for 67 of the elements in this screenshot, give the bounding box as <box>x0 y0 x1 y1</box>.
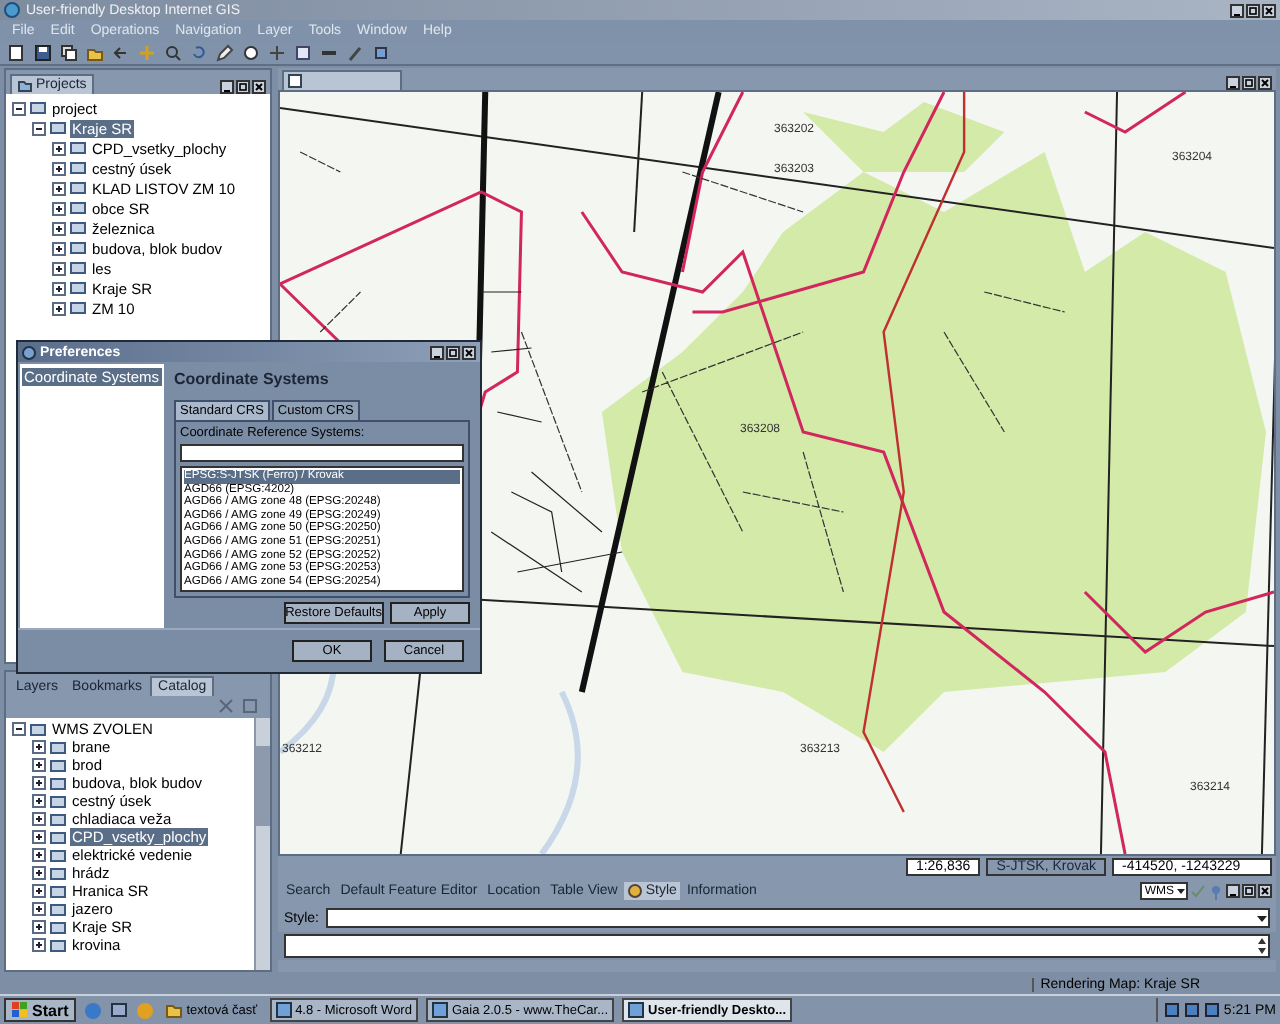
square-icon[interactable] <box>294 44 312 62</box>
close-icon[interactable] <box>252 80 266 94</box>
collapse-icon[interactable] <box>12 101 26 115</box>
expand-icon[interactable] <box>52 221 66 235</box>
expand-icon[interactable] <box>52 201 66 215</box>
collapse-icon[interactable] <box>12 722 26 736</box>
minimize-icon[interactable] <box>1226 884 1240 898</box>
map-icon <box>288 74 302 88</box>
copy-icon[interactable] <box>60 44 78 62</box>
expand-icon[interactable] <box>32 740 46 754</box>
window-icon <box>275 1002 292 1018</box>
globe-icon <box>4 2 20 18</box>
expand-icon[interactable] <box>32 866 46 880</box>
maximize-icon[interactable] <box>1242 76 1256 90</box>
expand-icon[interactable] <box>32 848 46 862</box>
expand-icon[interactable] <box>32 884 46 898</box>
save-icon[interactable] <box>34 44 52 62</box>
expand-icon[interactable] <box>32 776 46 790</box>
scrollbar[interactable] <box>254 718 270 970</box>
scroll-arrows-icon <box>1256 936 1268 956</box>
window-icon <box>628 1002 645 1018</box>
minimize-icon[interactable] <box>430 345 444 359</box>
expand-icon[interactable] <box>32 938 46 952</box>
check-icon[interactable] <box>1190 883 1206 899</box>
minimize-icon[interactable] <box>1230 3 1244 17</box>
search-field[interactable] <box>180 444 464 462</box>
close-icon[interactable] <box>462 345 476 359</box>
style-text-area[interactable] <box>284 934 1270 958</box>
expand-icon[interactable] <box>32 758 46 772</box>
style-dropdown[interactable] <box>325 908 1270 928</box>
window-icon <box>431 1002 448 1018</box>
expand-icon[interactable] <box>32 830 46 844</box>
circle-icon[interactable] <box>242 44 260 62</box>
expand-icon[interactable] <box>52 161 66 175</box>
expand-icon[interactable] <box>32 794 46 808</box>
close-icon[interactable] <box>1258 76 1272 90</box>
close-icon[interactable] <box>1258 884 1272 898</box>
start-button[interactable]: Start <box>4 998 77 1022</box>
dropdown-arrow-icon <box>1256 910 1268 926</box>
arrow-left-icon[interactable] <box>112 44 130 62</box>
folder-icon <box>18 78 32 92</box>
dropdown-arrow-icon <box>1176 884 1186 898</box>
minimize-icon[interactable] <box>220 80 234 94</box>
expand-icon[interactable] <box>52 261 66 275</box>
new-icon[interactable] <box>8 44 26 62</box>
dialog-heading: Coordinate Systems <box>174 370 331 388</box>
expand-icon[interactable] <box>52 241 66 255</box>
minimize-icon[interactable] <box>1226 76 1240 90</box>
expand-icon[interactable] <box>52 181 66 195</box>
maximize-icon[interactable] <box>446 345 460 359</box>
expand-icon[interactable] <box>32 902 46 916</box>
expand-icon[interactable] <box>32 812 46 826</box>
close-icon[interactable] <box>1262 3 1276 17</box>
expand-icon[interactable] <box>52 281 66 295</box>
expand-icon[interactable] <box>32 920 46 934</box>
folder-icon <box>166 1002 183 1018</box>
map-tab[interactable] <box>282 70 402 90</box>
desktop-icon[interactable] <box>110 1001 129 1019</box>
windows-logo-icon <box>12 1002 28 1018</box>
maximize-icon[interactable] <box>1246 3 1260 17</box>
expand-icon[interactable] <box>52 141 66 155</box>
maximize-icon[interactable] <box>236 80 250 94</box>
expand-icon[interactable] <box>52 301 66 315</box>
plus-icon[interactable] <box>268 44 286 62</box>
maximize-icon[interactable] <box>1242 884 1256 898</box>
collapse-icon[interactable] <box>32 121 46 135</box>
zoom-icon[interactable] <box>164 44 182 62</box>
